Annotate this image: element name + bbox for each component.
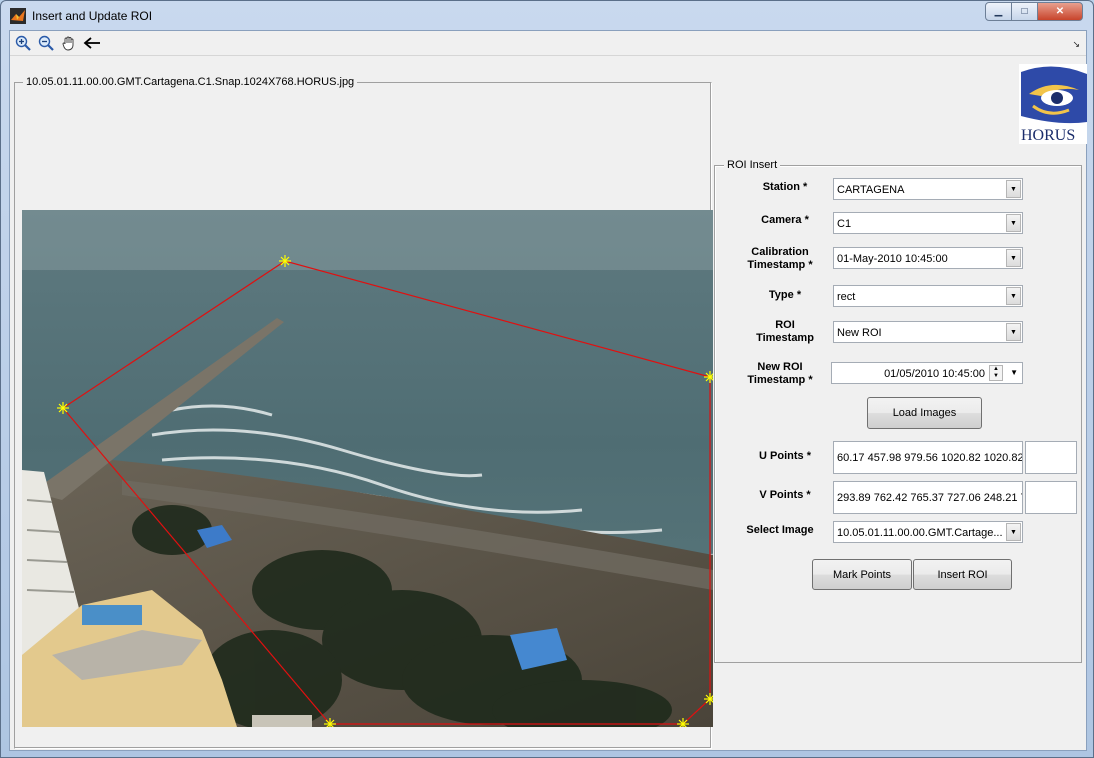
station-label: Station *	[762, 181, 808, 193]
mark-points-button[interactable]: Mark Points	[812, 559, 912, 590]
load-images-button[interactable]: Load Images	[867, 397, 982, 429]
window-title: Insert and Update ROI	[32, 9, 153, 23]
chevron-down-icon: ▼	[1006, 323, 1021, 341]
back-tool[interactable]	[82, 34, 102, 52]
zoom-in-tool[interactable]	[13, 34, 33, 52]
pan-tool[interactable]	[59, 34, 79, 52]
u-points-field[interactable]: 60.17 457.98 979.56 1020.82 1020.82	[833, 441, 1023, 474]
camera-select[interactable]: C1 ▼	[833, 212, 1023, 234]
figure-toolbar: ↘	[10, 31, 1086, 56]
dock-arrow-icon[interactable]: ↘	[1072, 39, 1080, 50]
zoom-in-icon	[15, 35, 31, 51]
u-points-label: U Points *	[759, 450, 811, 462]
new-roi-timestamp-picker[interactable]: 01/05/2010 10:45:00 ▲ ▼ ▼	[831, 362, 1023, 384]
horus-logo: HORUS	[1019, 64, 1087, 144]
close-icon: ✕	[1055, 6, 1065, 17]
zoom-out-icon	[38, 35, 54, 51]
roi-insert-panel: ROI Insert Station * CARTAGENA ▼ Camera *…	[714, 159, 1082, 663]
pan-hand-icon	[62, 36, 74, 51]
v-points-field[interactable]: 293.89 762.42 765.37 727.06 248.21 7	[833, 481, 1023, 514]
v-points-label: V Points *	[759, 489, 811, 501]
chevron-down-icon: ▼	[1006, 214, 1021, 232]
back-arrow-icon	[83, 37, 100, 49]
matlab-icon	[10, 8, 26, 24]
roi-timestamp-select[interactable]: New ROI ▼	[833, 321, 1023, 343]
minimize-icon: ▁	[994, 6, 1003, 17]
camera-label: Camera *	[761, 214, 809, 226]
select-image-label: Select Image	[746, 524, 814, 536]
u-points-extra-field[interactable]	[1025, 441, 1077, 474]
v-points-extra-field[interactable]	[1025, 481, 1077, 514]
camera-image[interactable]	[22, 210, 713, 727]
figure-client-area: ↘ 10.05.01.11.00.00.GMT.Cartagena.C1.Sna…	[9, 30, 1087, 751]
chevron-down-icon: ▼	[1006, 180, 1021, 198]
close-button[interactable]: ✕	[1037, 2, 1083, 21]
title-bar[interactable]: Insert and Update ROI ▁ □ ✕	[1, 1, 1093, 29]
new-roi-timestamp-label: New ROI Timestamp *	[747, 361, 813, 386]
maximize-button[interactable]: □	[1011, 2, 1038, 21]
type-label: Type *	[768, 289, 802, 301]
calibration-timestamp-label: Calibration Timestamp *	[747, 246, 813, 271]
horus-logo-text: HORUS	[1021, 127, 1076, 144]
new-roi-timestamp-value: 01/05/2010 10:45:00	[884, 368, 985, 380]
beach-photo	[22, 210, 713, 727]
chevron-down-icon: ▼	[1006, 249, 1021, 267]
roi-panel-title: ROI Insert	[724, 159, 781, 171]
select-image-select[interactable]: 10.05.01.11.00.00.GMT.Cartage... ▼	[833, 521, 1023, 543]
calibration-timestamp-select[interactable]: 01-May-2010 10:45:00 ▼	[833, 247, 1023, 269]
spinner-icon[interactable]: ▲ ▼	[989, 365, 1003, 381]
pool	[82, 605, 142, 625]
maximize-icon: □	[1021, 6, 1028, 17]
image-panel: 10.05.01.11.00.00.GMT.Cartagena.C1.Snap.…	[14, 76, 713, 749]
chevron-down-icon[interactable]: ▼	[1010, 368, 1018, 377]
chevron-down-icon: ▼	[1006, 287, 1021, 305]
minimize-button[interactable]: ▁	[985, 2, 1012, 21]
insert-roi-button[interactable]: Insert ROI	[913, 559, 1012, 590]
app-window: Insert and Update ROI ▁ □ ✕ ↘ 10.05.01.1…	[0, 0, 1094, 758]
station-select[interactable]: CARTAGENA ▼	[833, 178, 1023, 200]
roi-timestamp-label: ROI Timestamp	[756, 319, 814, 344]
chevron-down-icon: ▼	[1006, 523, 1021, 541]
zoom-out-tool[interactable]	[36, 34, 56, 52]
type-select[interactable]: rect ▼	[833, 285, 1023, 307]
image-panel-title: 10.05.01.11.00.00.GMT.Cartagena.C1.Snap.…	[23, 76, 358, 88]
